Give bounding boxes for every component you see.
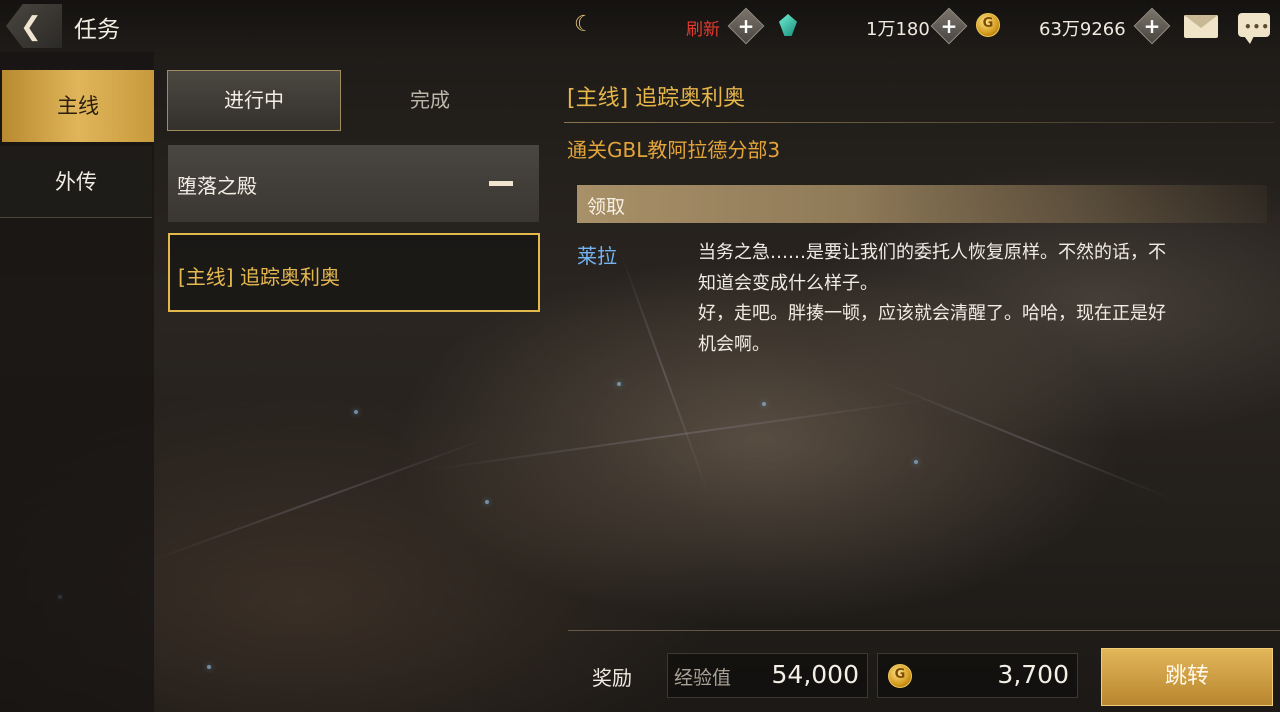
quest-item-label: [主线] 追踪奥利奥 [178,265,340,289]
gold-amount: 63万9266 [1039,19,1126,40]
plus-icon: + [940,14,958,38]
gem-amount: 1万180 [866,19,930,40]
exp-value: 54,000 [771,660,859,689]
divider [568,630,1280,631]
reward-label: 奖励 [592,666,632,690]
plus-icon: + [737,14,755,38]
gold-reward: 3,700 [877,653,1078,698]
back-button[interactable]: ❮ [6,4,62,48]
refresh-add-button[interactable]: + [727,7,765,45]
exp-label: 经验值 [674,667,732,689]
gem-add-button[interactable]: + [930,7,968,45]
sidebar-item-main-story[interactable]: 主线 [2,70,154,142]
top-bar: ❮ 任务 ☾ 刷新 + 1万180 + 63万9266 + ••• [0,0,1280,52]
quest-list-item[interactable]: [主线] 追踪奥利奥 [168,233,540,312]
quest-objective: 通关GBL教阿拉德分部3 [567,138,781,162]
jump-button[interactable]: 跳转 [1101,648,1273,706]
dialogue-text: 当务之急……是要让我们的委托人恢复原样。不然的话，不知道会变成什么样子。 好，走… [698,242,1166,355]
sidebar-item-side-story[interactable]: 外传 [0,146,152,218]
plus-icon: + [1143,14,1161,38]
sidebar: 主线 外传 [0,52,154,712]
quest-title: [主线] 追踪奥利奥 [567,86,746,111]
gold-value: 3,700 [997,660,1069,689]
moon-icon[interactable]: ☾ [574,12,594,37]
gem-icon [779,14,797,36]
back-arrow-icon: ❮ [20,12,42,42]
mail-icon[interactable] [1184,15,1218,38]
gold-add-button[interactable]: + [1133,7,1171,45]
tab-completed[interactable]: 完成 [360,70,500,131]
gold-coin-icon [888,664,912,688]
divider [564,122,1274,123]
refresh-label: 刷新 [686,20,720,40]
gold-coin-icon [976,13,1000,37]
quest-group-label: 堕落之殿 [177,174,257,198]
claim-label: 领取 [587,196,626,218]
chat-icon[interactable]: ••• [1238,13,1270,44]
claim-bar[interactable]: 领取 [577,185,1267,223]
collapse-icon[interactable] [489,181,513,186]
speaker-name: 莱拉 [577,244,617,268]
tab-in-progress[interactable]: 进行中 [167,70,341,131]
exp-reward: 经验值 54,000 [667,653,868,698]
page-title: 任务 [74,17,120,43]
quest-group-header[interactable]: 堕落之殿 [168,145,539,222]
